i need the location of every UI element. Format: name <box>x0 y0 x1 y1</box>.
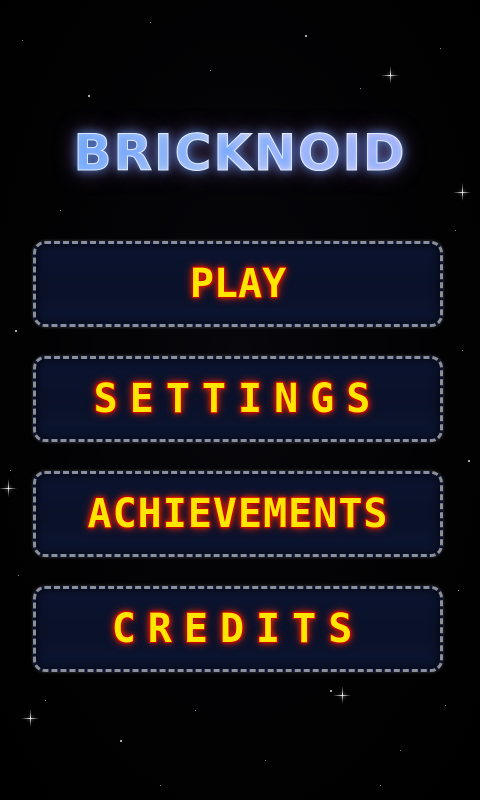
game-logo: BRICKNOID <box>0 118 480 188</box>
play-button-label: PLAY <box>189 261 287 307</box>
settings-button[interactable]: SETTINGS <box>33 356 443 442</box>
credits-button[interactable]: CREDITS <box>33 586 443 672</box>
play-button[interactable]: PLAY <box>33 241 443 327</box>
achievements-button-label: ACHIEVEMENTS <box>87 491 389 537</box>
achievements-button[interactable]: ACHIEVEMENTS <box>33 471 443 557</box>
game-main-menu: BRICKNOID PLAY SETTINGS ACHIEVEMENTS CRE… <box>0 0 480 800</box>
credits-button-label: CREDITS <box>111 606 365 652</box>
settings-button-label: SETTINGS <box>93 376 383 422</box>
